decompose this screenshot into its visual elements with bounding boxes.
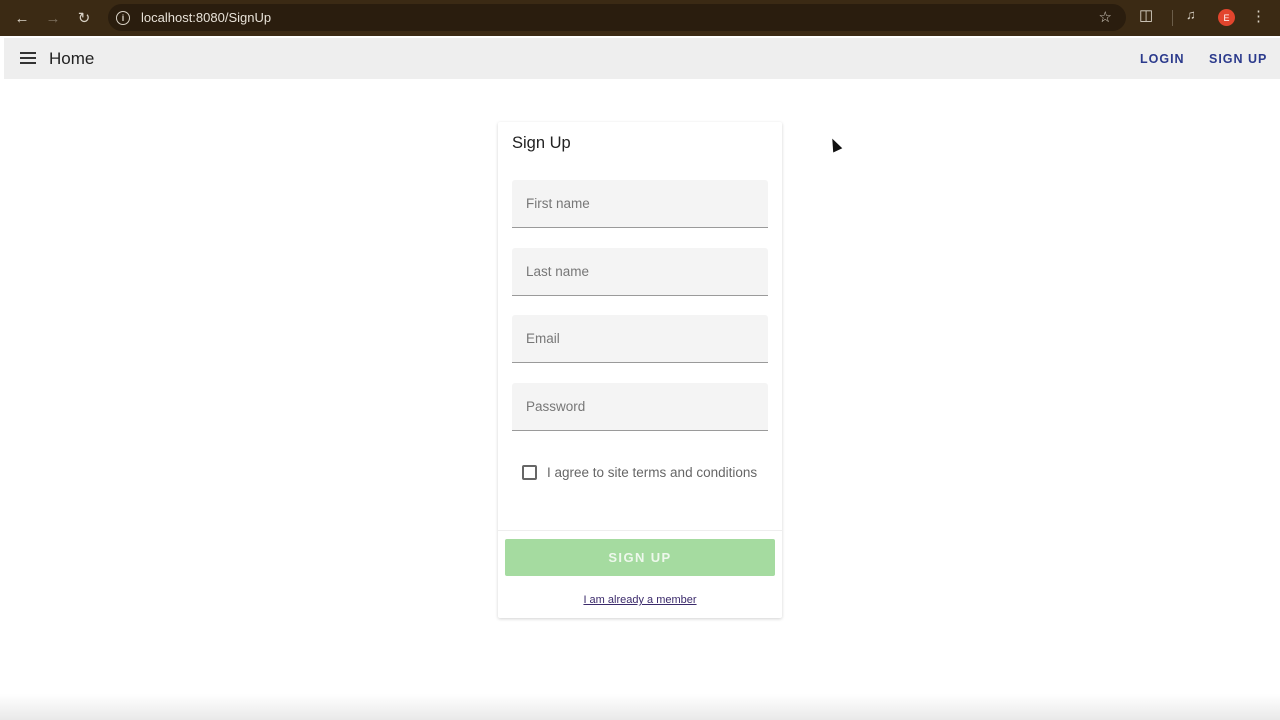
- forward-arrow-icon[interactable]: →: [41, 6, 65, 30]
- card-divider: [498, 530, 782, 531]
- app-title[interactable]: Home: [49, 49, 94, 69]
- address-bar[interactable]: i localhost:8080/SignUp ☆: [108, 4, 1126, 31]
- app-bar: Home LOGIN SIGN UP: [4, 38, 1280, 79]
- form-title: Sign Up: [512, 134, 571, 152]
- login-link[interactable]: LOGIN: [1140, 52, 1185, 66]
- terms-row[interactable]: I agree to site terms and conditions: [522, 465, 757, 480]
- last-name-input[interactable]: [512, 248, 768, 295]
- last-name-field[interactable]: [512, 248, 768, 296]
- info-icon[interactable]: i: [116, 10, 130, 25]
- password-input[interactable]: [512, 383, 768, 430]
- terms-label[interactable]: I agree to site terms and conditions: [547, 465, 757, 480]
- email-field[interactable]: [512, 315, 768, 363]
- browser-toolbar: ← → ↻ i localhost:8080/SignUp ☆ ◫ ♫ E ⋮: [0, 0, 1280, 36]
- terms-checkbox[interactable]: [522, 465, 537, 480]
- password-field[interactable]: [512, 383, 768, 431]
- email-input[interactable]: [512, 315, 768, 362]
- back-arrow-icon[interactable]: ←: [10, 6, 34, 30]
- extensions-icon[interactable]: ◫: [1139, 6, 1153, 24]
- star-icon[interactable]: ☆: [1099, 8, 1112, 26]
- reload-icon[interactable]: ↻: [72, 6, 96, 30]
- signup-card: Sign Up I agree to site terms and condit…: [498, 122, 782, 618]
- already-member-link[interactable]: I am already a member: [498, 594, 782, 606]
- more-vert-icon[interactable]: ⋮: [1251, 7, 1266, 25]
- profile-avatar[interactable]: E: [1218, 9, 1235, 26]
- signup-link[interactable]: SIGN UP: [1209, 52, 1267, 66]
- hamburger-menu-icon[interactable]: [20, 52, 36, 64]
- signup-submit-button[interactable]: SIGN UP: [505, 539, 775, 576]
- first-name-field[interactable]: [512, 180, 768, 228]
- toolbar-divider: [1172, 10, 1173, 26]
- first-name-input[interactable]: [512, 180, 768, 227]
- media-icon[interactable]: ♫: [1186, 7, 1196, 22]
- mouse-cursor-icon: [827, 136, 843, 153]
- bottom-fade: [0, 694, 1280, 720]
- url-text[interactable]: localhost:8080/SignUp: [141, 10, 271, 25]
